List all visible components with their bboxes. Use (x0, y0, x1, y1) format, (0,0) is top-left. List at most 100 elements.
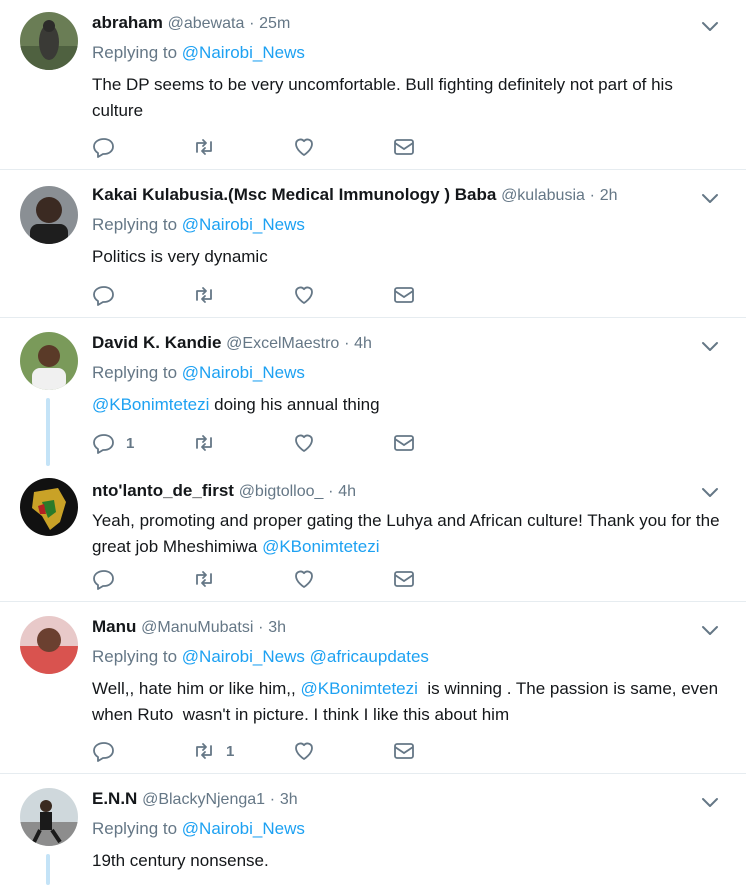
reply-button[interactable]: 1 (92, 431, 192, 455)
envelope-icon (392, 739, 416, 763)
envelope-icon (392, 567, 416, 591)
mention-link[interactable]: @KBonimtetezi (92, 395, 209, 414)
reply-button[interactable] (92, 135, 192, 159)
retweet-button[interactable] (192, 135, 292, 159)
tweet[interactable]: abraham @abewata · 25m Replying to @Nair… (0, 0, 746, 170)
retweet-button[interactable]: 1 (192, 739, 292, 763)
reply-button[interactable] (92, 283, 192, 307)
like-button[interactable] (292, 431, 392, 455)
replying-to: Replying to @Nairobi_News (92, 818, 722, 840)
username[interactable]: @ManuMubatsi (141, 619, 253, 636)
text-segment: Politics is very dynamic (92, 247, 268, 266)
retweet-icon (192, 283, 216, 307)
retweet-icon (192, 431, 216, 455)
text-segment: The DP seems to be very uncomfortable. B… (92, 75, 673, 120)
mention-link[interactable]: @Nairobi_News (182, 819, 305, 838)
retweet-icon (192, 739, 216, 763)
mention-link[interactable]: @KBonimtetezi (262, 537, 379, 556)
username[interactable]: @ExcelMaestro (226, 335, 339, 352)
timestamp[interactable]: 3h (268, 619, 286, 636)
display-name[interactable]: E.N.N (92, 789, 137, 808)
timestamp[interactable]: 2h (600, 187, 618, 204)
direct-message-button[interactable] (392, 567, 492, 591)
tweet-header: abraham @abewata · 25m (92, 12, 722, 34)
retweet-icon (192, 567, 216, 591)
separator-dot: · (328, 483, 334, 500)
tweet-header: E.N.N @BlackyNjenga1 · 3h (92, 788, 722, 810)
retweet-button[interactable] (192, 567, 292, 591)
separator-dot: · (249, 15, 255, 32)
retweet-button[interactable] (192, 431, 292, 455)
retweet-button[interactable] (192, 283, 292, 307)
like-button[interactable] (292, 283, 392, 307)
direct-message-button[interactable] (392, 739, 492, 763)
replying-label: Replying to (92, 43, 178, 62)
heart-icon (292, 431, 316, 455)
timestamp[interactable]: 25m (259, 15, 290, 32)
heart-icon (292, 567, 316, 591)
display-name[interactable]: Kakai Kulabusia.(Msc Medical Immunology … (92, 185, 496, 204)
chevron-down-icon[interactable] (700, 792, 720, 812)
chevron-down-icon[interactable] (700, 336, 720, 356)
chevron-down-icon[interactable] (700, 620, 720, 640)
chevron-down-icon[interactable] (700, 188, 720, 208)
tweet[interactable]: Manu @ManuMubatsi · 3h Replying to @Nair… (0, 602, 746, 774)
direct-message-button[interactable] (392, 431, 492, 455)
tweet[interactable]: Kakai Kulabusia.(Msc Medical Immunology … (0, 170, 746, 318)
tweet[interactable]: David K. Kandie @ExcelMaestro · 4h Reply… (0, 318, 746, 466)
tweet-text: Well,, hate him or like him,, @KBonimtet… (92, 676, 722, 728)
tweet-header: David K. Kandie @ExcelMaestro · 4h (92, 332, 722, 354)
reply-button[interactable] (92, 739, 192, 763)
username[interactable]: @abewata (168, 15, 245, 32)
username[interactable]: @BlackyNjenga1 (142, 791, 265, 808)
timestamp[interactable]: 4h (338, 483, 356, 500)
avatar[interactable] (20, 186, 78, 244)
mention-link[interactable]: @Nairobi_News (182, 363, 305, 382)
replying-label: Replying to (92, 647, 178, 666)
tweet-text: 19th century nonsense. (92, 848, 722, 874)
direct-message-button[interactable] (392, 135, 492, 159)
heart-icon (292, 283, 316, 307)
like-button[interactable] (292, 567, 392, 591)
avatar[interactable] (20, 332, 78, 390)
mention-link[interactable]: @Nairobi_News (182, 647, 305, 666)
tweet[interactable]: nto'lanto_de_first @bigtolloo_ · 4h Yeah… (0, 466, 746, 602)
direct-message-button[interactable] (392, 283, 492, 307)
separator-dot: · (344, 335, 350, 352)
avatar[interactable] (20, 616, 78, 674)
like-button[interactable] (292, 739, 392, 763)
username[interactable]: @kulabusia (501, 187, 585, 204)
timestamp[interactable]: 4h (354, 335, 372, 352)
timestamp[interactable]: 3h (280, 791, 298, 808)
replying-to: Replying to @Nairobi_News (92, 214, 722, 236)
replying-to: Replying to @Nairobi_News (92, 362, 722, 384)
mention-link[interactable]: @africaupdates (310, 647, 429, 666)
display-name[interactable]: abraham (92, 13, 163, 32)
tweet-header: Kakai Kulabusia.(Msc Medical Immunology … (92, 184, 722, 206)
replying-to: Replying to @Nairobi_News @africaupdates (92, 646, 722, 668)
chevron-down-icon[interactable] (700, 482, 720, 502)
mention-link[interactable]: @KBonimtetezi (300, 679, 417, 698)
tweet-text: The DP seems to be very uncomfortable. B… (92, 72, 722, 124)
replying-to: Replying to @Nairobi_News (92, 42, 722, 64)
avatar[interactable] (20, 478, 78, 536)
envelope-icon (392, 431, 416, 455)
thread-line (46, 854, 50, 885)
like-button[interactable] (292, 135, 392, 159)
display-name[interactable]: David K. Kandie (92, 333, 221, 352)
display-name[interactable]: nto'lanto_de_first (92, 481, 234, 500)
thread-line (46, 398, 50, 466)
replying-label: Replying to (92, 363, 178, 382)
avatar[interactable] (20, 788, 78, 846)
mention-link[interactable]: @Nairobi_News (182, 215, 305, 234)
mention-link[interactable]: @Nairobi_News (182, 43, 305, 62)
avatar[interactable] (20, 12, 78, 70)
tweet[interactable]: E.N.N @BlackyNjenga1 · 3h Replying to @N… (0, 774, 746, 885)
chevron-down-icon[interactable] (700, 16, 720, 36)
envelope-icon (392, 135, 416, 159)
display-name[interactable]: Manu (92, 617, 136, 636)
text-segment: doing his annual thing (209, 395, 380, 414)
reply-button[interactable] (92, 567, 192, 591)
separator-dot: · (258, 619, 264, 636)
username[interactable]: @bigtolloo_ (239, 483, 324, 500)
